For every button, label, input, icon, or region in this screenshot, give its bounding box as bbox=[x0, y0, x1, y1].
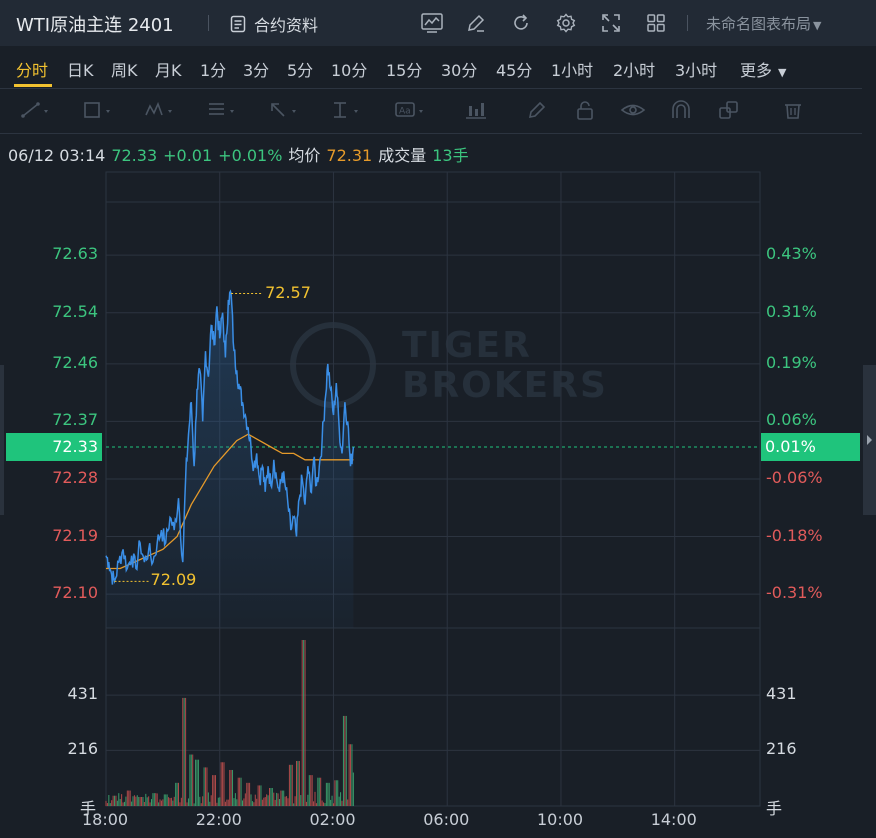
pct-tick-label: -0.06% bbox=[766, 467, 823, 487]
price-tick-label: 72.10 bbox=[52, 583, 98, 603]
pct-tick-label: -0.31% bbox=[766, 583, 823, 603]
x-tick-label: 06:00 bbox=[423, 810, 470, 829]
x-tick-label: 10:00 bbox=[536, 810, 584, 829]
high-marker-label: 72.57 bbox=[265, 282, 311, 302]
volume-unit-label: 手 bbox=[80, 799, 97, 818]
pct-tick-label: 0.31% bbox=[766, 301, 817, 321]
current-price-tag: 72.33 bbox=[6, 433, 102, 461]
right-scroll-handle[interactable] bbox=[863, 365, 876, 515]
pct-tick-label: 0.06% bbox=[766, 410, 817, 430]
chart-canvas[interactable] bbox=[0, 0, 876, 838]
price-tick-label: 72.46 bbox=[52, 352, 98, 372]
x-tick-label: 02:00 bbox=[309, 810, 356, 829]
price-tick-label: 72.37 bbox=[52, 410, 98, 430]
volume-tick-label: 431 bbox=[67, 684, 98, 704]
x-tick-label: 14:00 bbox=[650, 810, 697, 829]
low-marker-label: 72.09 bbox=[150, 570, 197, 590]
price-tick-label: 72.19 bbox=[52, 525, 98, 545]
price-tick-label: 72.63 bbox=[52, 244, 98, 264]
volume-unit-label: 手 bbox=[766, 799, 783, 818]
volume-tick-label: 216 bbox=[67, 739, 98, 759]
price-tick-label: 72.28 bbox=[52, 467, 98, 487]
current-pct-tag: 0.01% bbox=[761, 433, 860, 461]
pct-tick-label: 0.19% bbox=[766, 352, 817, 372]
volume-tick-label: 216 bbox=[766, 739, 797, 759]
pct-tick-label: 0.43% bbox=[766, 244, 817, 264]
chevron-right-icon bbox=[867, 435, 872, 445]
pct-tick-label: -0.18% bbox=[766, 525, 823, 545]
x-tick-label: 22:00 bbox=[195, 810, 242, 829]
volume-tick-label: 431 bbox=[766, 684, 797, 704]
left-scroll-handle[interactable] bbox=[0, 365, 4, 515]
price-tick-label: 72.54 bbox=[52, 301, 98, 321]
